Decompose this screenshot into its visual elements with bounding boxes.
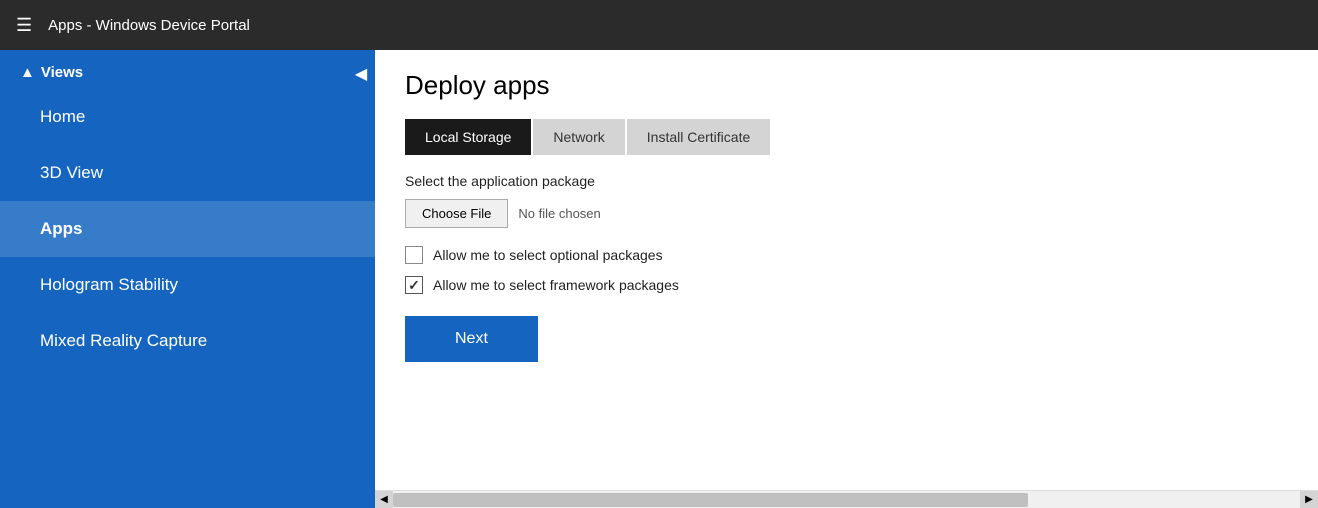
next-button[interactable]: Next <box>405 316 538 362</box>
sidebar-nav: Home 3D View Apps Hologram Stability Mix… <box>0 89 375 369</box>
horizontal-scrollbar[interactable]: ◀ ▶ <box>375 490 1318 508</box>
tab-install-certificate[interactable]: Install Certificate <box>627 119 770 155</box>
sidebar-item-mixed-reality-capture[interactable]: Mixed Reality Capture <box>0 313 375 369</box>
hamburger-icon[interactable]: ☰ <box>16 15 32 36</box>
main-layout: ◀ ▲ Views Home 3D View Apps Hologram Sta… <box>0 50 1318 508</box>
sidebar-item-3d-view[interactable]: 3D View <box>0 145 375 201</box>
tab-local-storage[interactable]: Local Storage <box>405 119 531 155</box>
file-input-row: Choose File No file chosen <box>405 199 1288 228</box>
scrollbar-right-arrow[interactable]: ▶ <box>1300 491 1318 508</box>
scrollbar-thumb[interactable] <box>393 493 1028 507</box>
scrollbar-track[interactable] <box>393 491 1300 508</box>
page-title: Deploy apps <box>405 70 1288 101</box>
header: ☰ Apps - Windows Device Portal <box>0 0 1318 50</box>
select-package-label: Select the application package <box>405 173 1288 189</box>
optional-packages-label: Allow me to select optional packages <box>433 247 663 263</box>
tabs-container: Local Storage Network Install Certificat… <box>405 119 1288 155</box>
framework-packages-checkbox[interactable]: ✓ <box>405 276 423 294</box>
sidebar-views-label: Views <box>41 64 83 81</box>
tab-network[interactable]: Network <box>533 119 624 155</box>
optional-packages-checkbox[interactable] <box>405 246 423 264</box>
framework-packages-label: Allow me to select framework packages <box>433 277 679 293</box>
sidebar: ◀ ▲ Views Home 3D View Apps Hologram Sta… <box>0 50 375 508</box>
sidebar-item-home[interactable]: Home <box>0 89 375 145</box>
sidebar-collapse-button[interactable]: ◀ <box>347 60 375 88</box>
sidebar-item-hologram-stability[interactable]: Hologram Stability <box>0 257 375 313</box>
sidebar-item-apps[interactable]: Apps <box>0 201 375 257</box>
checkmark-icon: ✓ <box>408 278 420 292</box>
scrollbar-left-arrow[interactable]: ◀ <box>375 491 393 508</box>
no-file-text: No file chosen <box>518 206 600 221</box>
header-title: Apps - Windows Device Portal <box>48 17 250 34</box>
framework-packages-row: ✓ Allow me to select framework packages <box>405 276 1288 294</box>
content-area: Deploy apps Local Storage Network Instal… <box>375 50 1318 508</box>
sidebar-views-header: ▲ Views <box>0 50 375 89</box>
form-section: Select the application package Choose Fi… <box>405 173 1288 362</box>
optional-packages-row: Allow me to select optional packages <box>405 246 1288 264</box>
choose-file-button[interactable]: Choose File <box>405 199 508 228</box>
content-inner: Deploy apps Local Storage Network Instal… <box>375 50 1318 490</box>
sidebar-views-arrow: ▲ <box>20 64 35 81</box>
